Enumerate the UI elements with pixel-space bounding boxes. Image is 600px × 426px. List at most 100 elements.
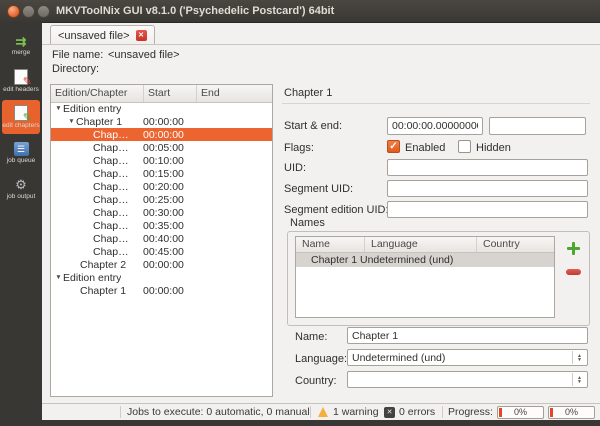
tree-row[interactable]: Chap… 00:10:00 <box>51 154 272 167</box>
country-select[interactable]: ▲ ▼ <box>347 371 588 388</box>
sidebar-item-edit-chapters[interactable]: ✎ edit chapters <box>2 100 40 134</box>
sidebar-item-label: job output <box>6 193 36 200</box>
expander-icon[interactable]: ▼ <box>67 118 76 125</box>
tree-row-label: Chap… <box>93 180 129 193</box>
tree-row-label: Chap… <box>93 193 129 206</box>
tree-row[interactable]: ▼ Chapter 1 00:00:00 <box>51 115 272 128</box>
tree-row-start: 00:15:00 <box>143 167 184 180</box>
mkvtoolnix-window: MKVToolNix GUI v8.1.0 ('Psychedelic Post… <box>0 0 600 426</box>
tree-row-start: 00:00:00 <box>143 284 184 297</box>
remove-name-button[interactable] <box>562 262 584 282</box>
warnings-count-text: 1 warning <box>333 406 379 418</box>
tree-row[interactable]: Chap… 00:45:00 <box>51 245 272 258</box>
tree-row[interactable]: Chapter 2 00:00:00 <box>51 258 272 271</box>
tab-unsaved-file[interactable]: <unsaved file> ✕ <box>50 25 155 45</box>
names-column-country[interactable]: Country <box>477 237 554 252</box>
job-output-icon: ⚙ <box>15 177 27 192</box>
statusbar-divider <box>442 406 443 418</box>
enabled-checkbox[interactable]: ✓ <box>387 140 400 153</box>
expander-icon[interactable]: ▼ <box>54 274 63 281</box>
tree-row[interactable]: Chap… 00:15:00 <box>51 167 272 180</box>
tree-row-start: 00:25:00 <box>143 193 184 206</box>
names-column-language[interactable]: Language <box>365 237 477 252</box>
tree-row[interactable]: Chap… 00:30:00 <box>51 206 272 219</box>
statusbar-divider <box>310 406 311 418</box>
names-column-name[interactable]: Name <box>296 237 365 252</box>
tree-row-label: Chap… <box>93 219 129 232</box>
tree-row-label: Chap… <box>93 167 129 180</box>
window-close-button[interactable] <box>7 5 20 18</box>
expander-icon[interactable]: ▼ <box>54 105 63 112</box>
sidebar-item-edit-headers[interactable]: ✎ edit headers <box>2 64 40 98</box>
plus-icon <box>566 241 580 255</box>
window-minimize-button[interactable] <box>22 5 35 18</box>
column-header-start[interactable]: Start <box>144 85 197 102</box>
chapter-tree: Edition/Chapter Start End ▼ Edition entry… <box>50 84 273 397</box>
column-header-end[interactable]: End <box>197 85 272 102</box>
tree-row[interactable]: Chap… 00:05:00 <box>51 141 272 154</box>
tree-row-label: Edition entry <box>63 271 122 284</box>
edit-headers-icon: ✎ <box>14 69 32 88</box>
enabled-checkbox-label[interactable]: Enabled <box>405 142 445 154</box>
tree-row[interactable]: Chap… 00:20:00 <box>51 180 272 193</box>
tree-row[interactable]: Chap… 00:40:00 <box>51 232 272 245</box>
flags-label: Flags: <box>284 142 314 154</box>
progress-bar-total: 0% <box>548 406 595 419</box>
jobs-status-text: Jobs to execute: 0 automatic, 0 manual <box>127 406 310 418</box>
spinner-arrows-icon[interactable]: ▲ ▼ <box>572 373 586 386</box>
tree-row[interactable]: Chap… 00:25:00 <box>51 193 272 206</box>
names-table-rows: Chapter 1 Undetermined (und) <box>296 253 554 267</box>
names-table: Name Language Country Chapter 1 Undetermi… <box>295 236 555 318</box>
sidebar-item-merge[interactable]: ⇉ merge <box>2 28 40 62</box>
file-name-label: File name: <box>52 49 104 61</box>
column-header-edition-chapter[interactable]: Edition/Chapter <box>51 85 144 102</box>
start-end-label: Start & end: <box>284 120 343 132</box>
sidebar-item-label: edit chapters <box>2 122 40 129</box>
tree-row[interactable]: Chap… 00:35:00 <box>51 219 272 232</box>
names-table-header: Name Language Country <box>296 237 554 253</box>
chapter-editor: Chapter 1 Start & end: Flags: ✓ Enabled … <box>282 84 590 395</box>
tree-row-label: Chap… <box>93 128 129 141</box>
tree-row-label: Chapter 2 <box>80 258 127 271</box>
spinner-arrows-icon[interactable]: ▲ ▼ <box>572 351 586 364</box>
country-label: Country: <box>295 375 337 387</box>
uid-input[interactable] <box>387 159 588 176</box>
sidebar-item-job-output[interactable]: ⚙ job output <box>2 172 40 206</box>
segment-edition-uid-input[interactable] <box>387 201 588 218</box>
tree-row[interactable]: ▼ Edition entry <box>51 102 272 115</box>
language-label: Language: <box>295 353 347 365</box>
sidebar-item-label: merge <box>11 48 31 56</box>
end-time-input[interactable] <box>489 117 586 135</box>
error-icon: ✕ <box>384 407 395 418</box>
window-title: MKVToolNix GUI v8.1.0 ('Psychedelic Post… <box>56 5 335 17</box>
segment-uid-input[interactable] <box>387 180 588 197</box>
tree-row-start: 00:20:00 <box>143 180 184 193</box>
progress-percent: 0% <box>513 407 527 417</box>
tree-row[interactable]: ▼ Edition entry <box>51 271 272 284</box>
names-group-title: Names <box>290 217 325 229</box>
tree-row-start: 00:40:00 <box>143 232 184 245</box>
warning-icon <box>318 407 328 417</box>
names-table-row[interactable]: Chapter 1 Undetermined (und) <box>296 253 554 267</box>
tree-row-start: 00:45:00 <box>143 245 184 258</box>
tab-close-icon[interactable]: ✕ <box>135 30 147 41</box>
editor-divider <box>282 103 590 104</box>
tree-row[interactable]: Chap… 00:00:00 <box>51 128 272 141</box>
hidden-checkbox[interactable] <box>458 140 471 153</box>
name-input[interactable] <box>347 327 588 344</box>
tree-row-label: Chap… <box>93 141 129 154</box>
edit-chapters-icon: ✎ <box>14 105 32 124</box>
tree-row[interactable]: Chapter 1 00:00:00 <box>51 284 272 297</box>
add-name-button[interactable] <box>562 238 584 258</box>
language-select[interactable]: Undetermined (und) ▲ ▼ <box>347 349 588 366</box>
sidebar-item-job-queue[interactable]: ☰ job queue <box>2 136 40 170</box>
chapter-tree-rows: ▼ Edition entry ▼ Chapter 1 00:00:00 Chap… 00:… <box>51 102 272 396</box>
start-time-input[interactable] <box>387 117 483 135</box>
hidden-checkbox-label[interactable]: Hidden <box>476 142 511 154</box>
tree-row-start: 00:30:00 <box>143 206 184 219</box>
progress-label: Progress: <box>448 406 493 418</box>
window-maximize-button[interactable] <box>37 5 50 18</box>
